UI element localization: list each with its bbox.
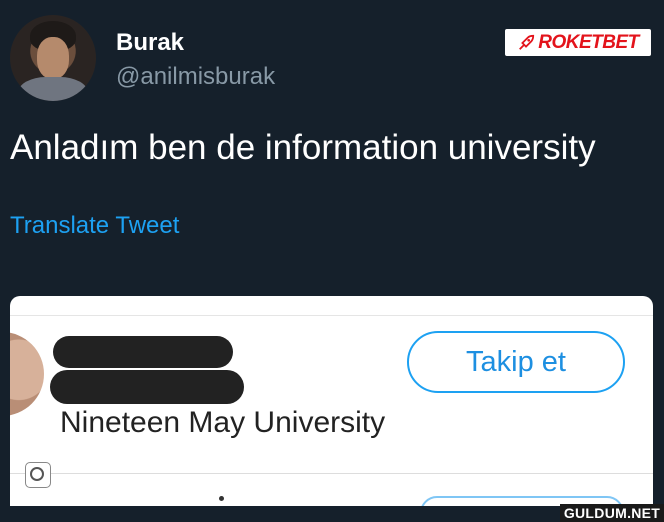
brand-logo: ROKETBET bbox=[505, 29, 651, 56]
rocket-icon bbox=[519, 34, 535, 50]
emoji-icon[interactable] bbox=[25, 462, 51, 488]
tweet-text: Anladım ben de information university bbox=[10, 128, 596, 167]
card-divider-top bbox=[10, 315, 653, 316]
author-display-name[interactable]: Burak bbox=[116, 29, 184, 57]
author-avatar[interactable] bbox=[10, 15, 96, 101]
author-handle[interactable]: @anilmisburak bbox=[116, 63, 275, 91]
card-dot bbox=[219, 496, 224, 501]
brand-logo-text: ROKETBET bbox=[538, 31, 639, 53]
card-avatar bbox=[10, 332, 44, 416]
university-label: Nineteen May University bbox=[60, 406, 386, 439]
follow-button[interactable]: Takip et bbox=[407, 331, 625, 393]
card-divider bbox=[10, 473, 653, 474]
redacted-name-bar bbox=[53, 336, 233, 368]
redacted-handle-bar bbox=[50, 370, 244, 404]
translate-tweet-link[interactable]: Translate Tweet bbox=[10, 212, 179, 240]
watermark: GULDUM.NET bbox=[560, 504, 664, 522]
embedded-screenshot-card: Nineteen May University Takip et bbox=[10, 296, 653, 506]
